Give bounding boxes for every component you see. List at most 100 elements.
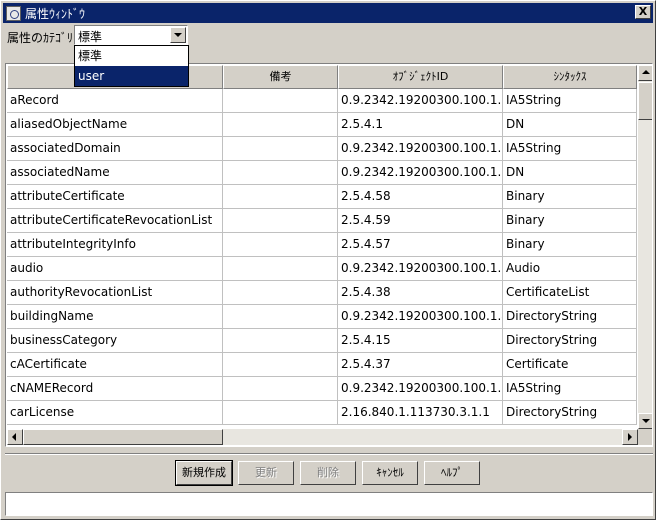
object-id-cell[interactable]: 0.9.2342.19200300.100.1.38 (338, 161, 503, 185)
new-button[interactable]: 新規作成 (175, 460, 233, 486)
table-row[interactable]: carLicense 2.16.840.1.113730.3.1.1 Directo… (7, 401, 637, 425)
horizontal-scrollbar[interactable] (7, 429, 638, 445)
table-row[interactable]: cNAMERecord 0.9.2342.19200300.100.1.31 IA5… (7, 377, 637, 401)
syntax-cell[interactable]: DirectoryString (503, 329, 637, 353)
scroll-left-icon[interactable] (7, 429, 23, 445)
cancel-button[interactable]: ｷｬﾝｾﾙ (362, 461, 418, 485)
category-selected-value: 標準 (78, 30, 103, 44)
remarks-cell[interactable] (223, 113, 338, 137)
attribute-name-cell[interactable]: businessCategory (7, 329, 223, 353)
remarks-cell[interactable] (223, 305, 338, 329)
status-bar (5, 492, 653, 516)
syntax-cell[interactable]: Audio (503, 257, 637, 281)
attribute-name-cell[interactable]: attributeCertificateRevocationList (7, 209, 223, 233)
syntax-cell[interactable]: Binary (503, 233, 637, 257)
table-row[interactable]: associatedName 0.9.2342.19200300.100.1.38… (7, 161, 637, 185)
column-header-remarks[interactable]: 備考 (223, 65, 338, 89)
category-select[interactable]: 標準 (74, 25, 188, 45)
remarks-cell[interactable] (223, 401, 338, 425)
object-id-cell[interactable]: 0.9.2342.19200300.100.1.48 (338, 305, 503, 329)
attribute-name-cell[interactable]: cNAMERecord (7, 377, 223, 401)
table-row[interactable]: attributeIntegrityInfo 2.5.4.57 Binary (7, 233, 637, 257)
object-id-cell[interactable]: 2.5.4.59 (338, 209, 503, 233)
attribute-name-cell[interactable]: associatedDomain (7, 137, 223, 161)
dropdown-arrow-icon[interactable] (170, 27, 186, 43)
remarks-cell[interactable] (223, 209, 338, 233)
table-row[interactable]: associatedDomain 0.9.2342.19200300.100.1.… (7, 137, 637, 161)
object-id-cell[interactable]: 2.5.4.15 (338, 329, 503, 353)
title-bar[interactable]: 属性ｳｨﾝﾄﾞｳ X (3, 3, 653, 23)
attribute-name-cell[interactable]: aRecord (7, 89, 223, 113)
horizontal-scroll-thumb[interactable] (23, 429, 223, 445)
vertical-scrollbar[interactable] (638, 65, 652, 429)
table-row[interactable]: buildingName 0.9.2342.19200300.100.1.48 Di… (7, 305, 637, 329)
object-id-cell[interactable]: 0.9.2342.19200300.100.1.55 (338, 257, 503, 281)
attribute-name-cell[interactable]: audio (7, 257, 223, 281)
syntax-cell[interactable]: DirectoryString (503, 305, 637, 329)
remarks-cell[interactable] (223, 161, 338, 185)
category-option[interactable]: 標準 (75, 46, 188, 66)
object-id-cell[interactable]: 0.9.2342.19200300.100.1.31 (338, 377, 503, 401)
remarks-cell[interactable] (223, 233, 338, 257)
remarks-cell[interactable] (223, 185, 338, 209)
category-option-highlighted[interactable]: user (75, 66, 188, 86)
remarks-cell[interactable] (223, 281, 338, 305)
attribute-name-cell[interactable]: cACertificate (7, 353, 223, 377)
help-button[interactable]: ﾍﾙﾌﾟ (424, 461, 480, 485)
vertical-scroll-thumb[interactable] (638, 82, 652, 120)
object-id-cell[interactable]: 2.5.4.38 (338, 281, 503, 305)
table-row[interactable]: aRecord 0.9.2342.19200300.100.1.26 IA5Stri… (7, 89, 637, 113)
syntax-cell[interactable]: DN (503, 161, 637, 185)
remarks-cell[interactable] (223, 353, 338, 377)
object-id-cell[interactable]: 2.5.4.1 (338, 113, 503, 137)
syntax-cell[interactable]: DirectoryString (503, 401, 637, 425)
attribute-name-cell[interactable]: associatedName (7, 161, 223, 185)
object-id-cell[interactable]: 2.5.4.57 (338, 233, 503, 257)
remarks-cell[interactable] (223, 89, 338, 113)
syntax-cell[interactable]: CertificateList (503, 281, 637, 305)
attribute-name-cell[interactable]: buildingName (7, 305, 223, 329)
syntax-cell[interactable]: DN (503, 113, 637, 137)
syntax-cell[interactable]: Binary (503, 209, 637, 233)
table-row[interactable]: businessCategory 2.5.4.15 DirectoryString (7, 329, 637, 353)
divider (5, 453, 653, 455)
remarks-cell[interactable] (223, 137, 338, 161)
object-id-cell[interactable]: 0.9.2342.19200300.100.1.37 (338, 137, 503, 161)
column-header-syntax[interactable]: ｼﾝﾀｯｸｽ (503, 65, 637, 89)
attribute-table: 備考 ｵﾌﾞｼﾞｪｸﾄID ｼﾝﾀｯｸｽ aRecord 0.9.2342.192… (5, 63, 653, 447)
attribute-name-cell[interactable]: aliasedObjectName (7, 113, 223, 137)
column-header-object-id[interactable]: ｵﾌﾞｼﾞｪｸﾄID (338, 65, 503, 89)
table-row[interactable]: aliasedObjectName 2.5.4.1 DN (7, 113, 637, 137)
scroll-down-icon[interactable] (638, 413, 652, 429)
app-icon (6, 5, 21, 21)
remarks-cell[interactable] (223, 257, 338, 281)
attribute-name-cell[interactable]: authorityRevocationList (7, 281, 223, 305)
table-row[interactable]: authorityRevocationList 2.5.4.38 Certifica… (7, 281, 637, 305)
table-row[interactable]: attributeCertificateRevocationList 2.5.4.… (7, 209, 637, 233)
attribute-name-cell[interactable]: carLicense (7, 401, 223, 425)
scroll-corner (638, 429, 652, 445)
scroll-right-icon[interactable] (622, 429, 638, 445)
scroll-up-icon[interactable] (638, 65, 652, 81)
remarks-cell[interactable] (223, 329, 338, 353)
object-id-cell[interactable]: 2.5.4.58 (338, 185, 503, 209)
category-label: 属性のｶﾃｺﾞﾘ (7, 31, 74, 45)
syntax-cell[interactable]: IA5String (503, 89, 637, 113)
remarks-cell[interactable] (223, 377, 338, 401)
delete-button[interactable]: 削除 (300, 461, 356, 485)
object-id-cell[interactable]: 2.16.840.1.113730.3.1.1 (338, 401, 503, 425)
table-body: aRecord 0.9.2342.19200300.100.1.26 IA5Stri… (7, 89, 637, 425)
syntax-cell[interactable]: IA5String (503, 137, 637, 161)
table-row[interactable]: cACertificate 2.5.4.37 Certificate (7, 353, 637, 377)
syntax-cell[interactable]: IA5String (503, 377, 637, 401)
table-row[interactable]: audio 0.9.2342.19200300.100.1.55 Audio (7, 257, 637, 281)
object-id-cell[interactable]: 0.9.2342.19200300.100.1.26 (338, 89, 503, 113)
syntax-cell[interactable]: Certificate (503, 353, 637, 377)
syntax-cell[interactable]: Binary (503, 185, 637, 209)
attribute-name-cell[interactable]: attributeIntegrityInfo (7, 233, 223, 257)
update-button[interactable]: 更新 (238, 461, 294, 485)
close-button[interactable]: X (635, 5, 651, 19)
object-id-cell[interactable]: 2.5.4.37 (338, 353, 503, 377)
table-row[interactable]: attributeCertificate 2.5.4.58 Binary (7, 185, 637, 209)
attribute-name-cell[interactable]: attributeCertificate (7, 185, 223, 209)
